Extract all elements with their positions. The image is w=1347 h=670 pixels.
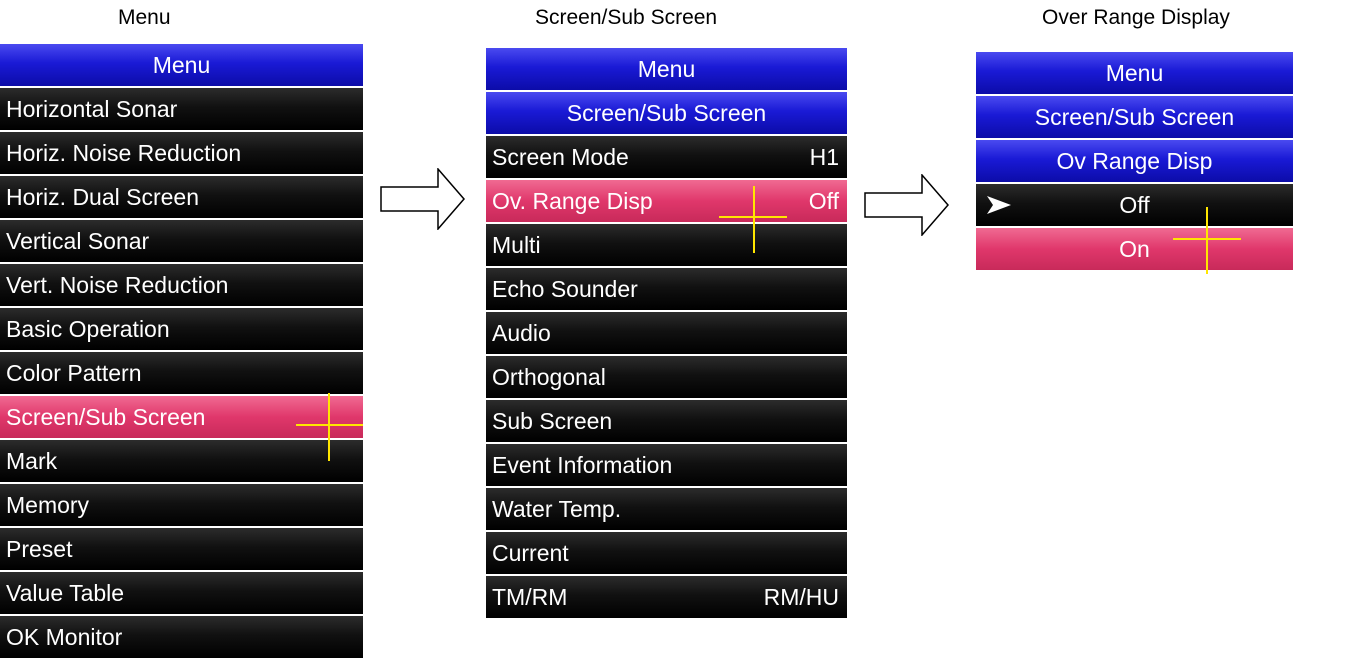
menu-item-water-temp[interactable]: Water Temp. <box>486 488 847 532</box>
menu-item-label: TM/RM <box>492 584 568 610</box>
menu-item-label: Screen Mode <box>492 144 629 170</box>
caption-over-range-display: Over Range Display <box>1042 6 1230 29</box>
caption-menu: Menu <box>118 6 171 29</box>
menu-item-basic-operation[interactable]: Basic Operation <box>0 308 363 352</box>
menu-item-audio[interactable]: Audio <box>486 312 847 356</box>
menu-item-tm-rm[interactable]: TM/RM RM/HU <box>486 576 847 620</box>
cursor-crosshair-vertical <box>1206 207 1208 274</box>
cursor-crosshair-vertical <box>753 186 755 253</box>
right-arrow-icon <box>864 174 949 236</box>
menu-item-ov-range-disp[interactable]: Ov. Range Disp Off <box>486 180 847 224</box>
cursor-crosshair-vertical <box>328 393 330 461</box>
menu-item-horiz-noise-reduction[interactable]: Horiz. Noise Reduction <box>0 132 363 176</box>
menu-item-screen-sub-screen[interactable]: Screen/Sub Screen <box>0 396 363 440</box>
option-label: Off <box>1119 192 1150 218</box>
menu-panel: Menu Horizontal Sonar Horiz. Noise Reduc… <box>0 44 363 660</box>
pointer-arrow-icon <box>987 196 1011 214</box>
menu-item-current[interactable]: Current <box>486 532 847 576</box>
over-range-subheader-ov-range-disp: Ov Range Disp <box>976 140 1293 184</box>
menu-item-ok-monitor[interactable]: OK Monitor <box>0 616 363 660</box>
menu-item-horizontal-sonar[interactable]: Horizontal Sonar <box>0 88 363 132</box>
menu-item-horiz-dual-screen[interactable]: Horiz. Dual Screen <box>0 176 363 220</box>
menu-item-orthogonal[interactable]: Orthogonal <box>486 356 847 400</box>
screen-sub-subheader: Screen/Sub Screen <box>486 92 847 136</box>
screen-sub-screen-panel: Menu Screen/Sub Screen Screen Mode H1 Ov… <box>486 48 847 620</box>
right-arrow-icon <box>380 168 465 230</box>
over-range-menu-header: Menu <box>976 52 1293 96</box>
option-on[interactable]: On <box>976 228 1293 272</box>
option-label: On <box>1119 236 1150 262</box>
menu-item-echo-sounder[interactable]: Echo Sounder <box>486 268 847 312</box>
caption-screen-sub-screen: Screen/Sub Screen <box>535 6 718 29</box>
menu-item-vertical-sonar[interactable]: Vertical Sonar <box>0 220 363 264</box>
menu-item-color-pattern[interactable]: Color Pattern <box>0 352 363 396</box>
menu-header: Menu <box>0 44 363 88</box>
menu-item-preset[interactable]: Preset <box>0 528 363 572</box>
over-range-panel: Menu Screen/Sub Screen Ov Range Disp Off… <box>976 52 1293 272</box>
menu-item-vert-noise-reduction[interactable]: Vert. Noise Reduction <box>0 264 363 308</box>
menu-item-value-table[interactable]: Value Table <box>0 572 363 616</box>
menu-item-label: Ov. Range Disp <box>492 188 653 214</box>
menu-item-value: Off <box>808 188 839 214</box>
menu-item-screen-mode[interactable]: Screen Mode H1 <box>486 136 847 180</box>
menu-item-multi[interactable]: Multi <box>486 224 847 268</box>
screen-sub-menu-header: Menu <box>486 48 847 92</box>
menu-item-sub-screen[interactable]: Sub Screen <box>486 400 847 444</box>
menu-item-event-information[interactable]: Event Information <box>486 444 847 488</box>
menu-item-memory[interactable]: Memory <box>0 484 363 528</box>
over-range-subheader: Screen/Sub Screen <box>976 96 1293 140</box>
option-off[interactable]: Off <box>976 184 1293 228</box>
menu-item-mark[interactable]: Mark <box>0 440 363 484</box>
menu-item-value: RM/HU <box>763 584 839 610</box>
menu-item-value: H1 <box>809 144 839 170</box>
